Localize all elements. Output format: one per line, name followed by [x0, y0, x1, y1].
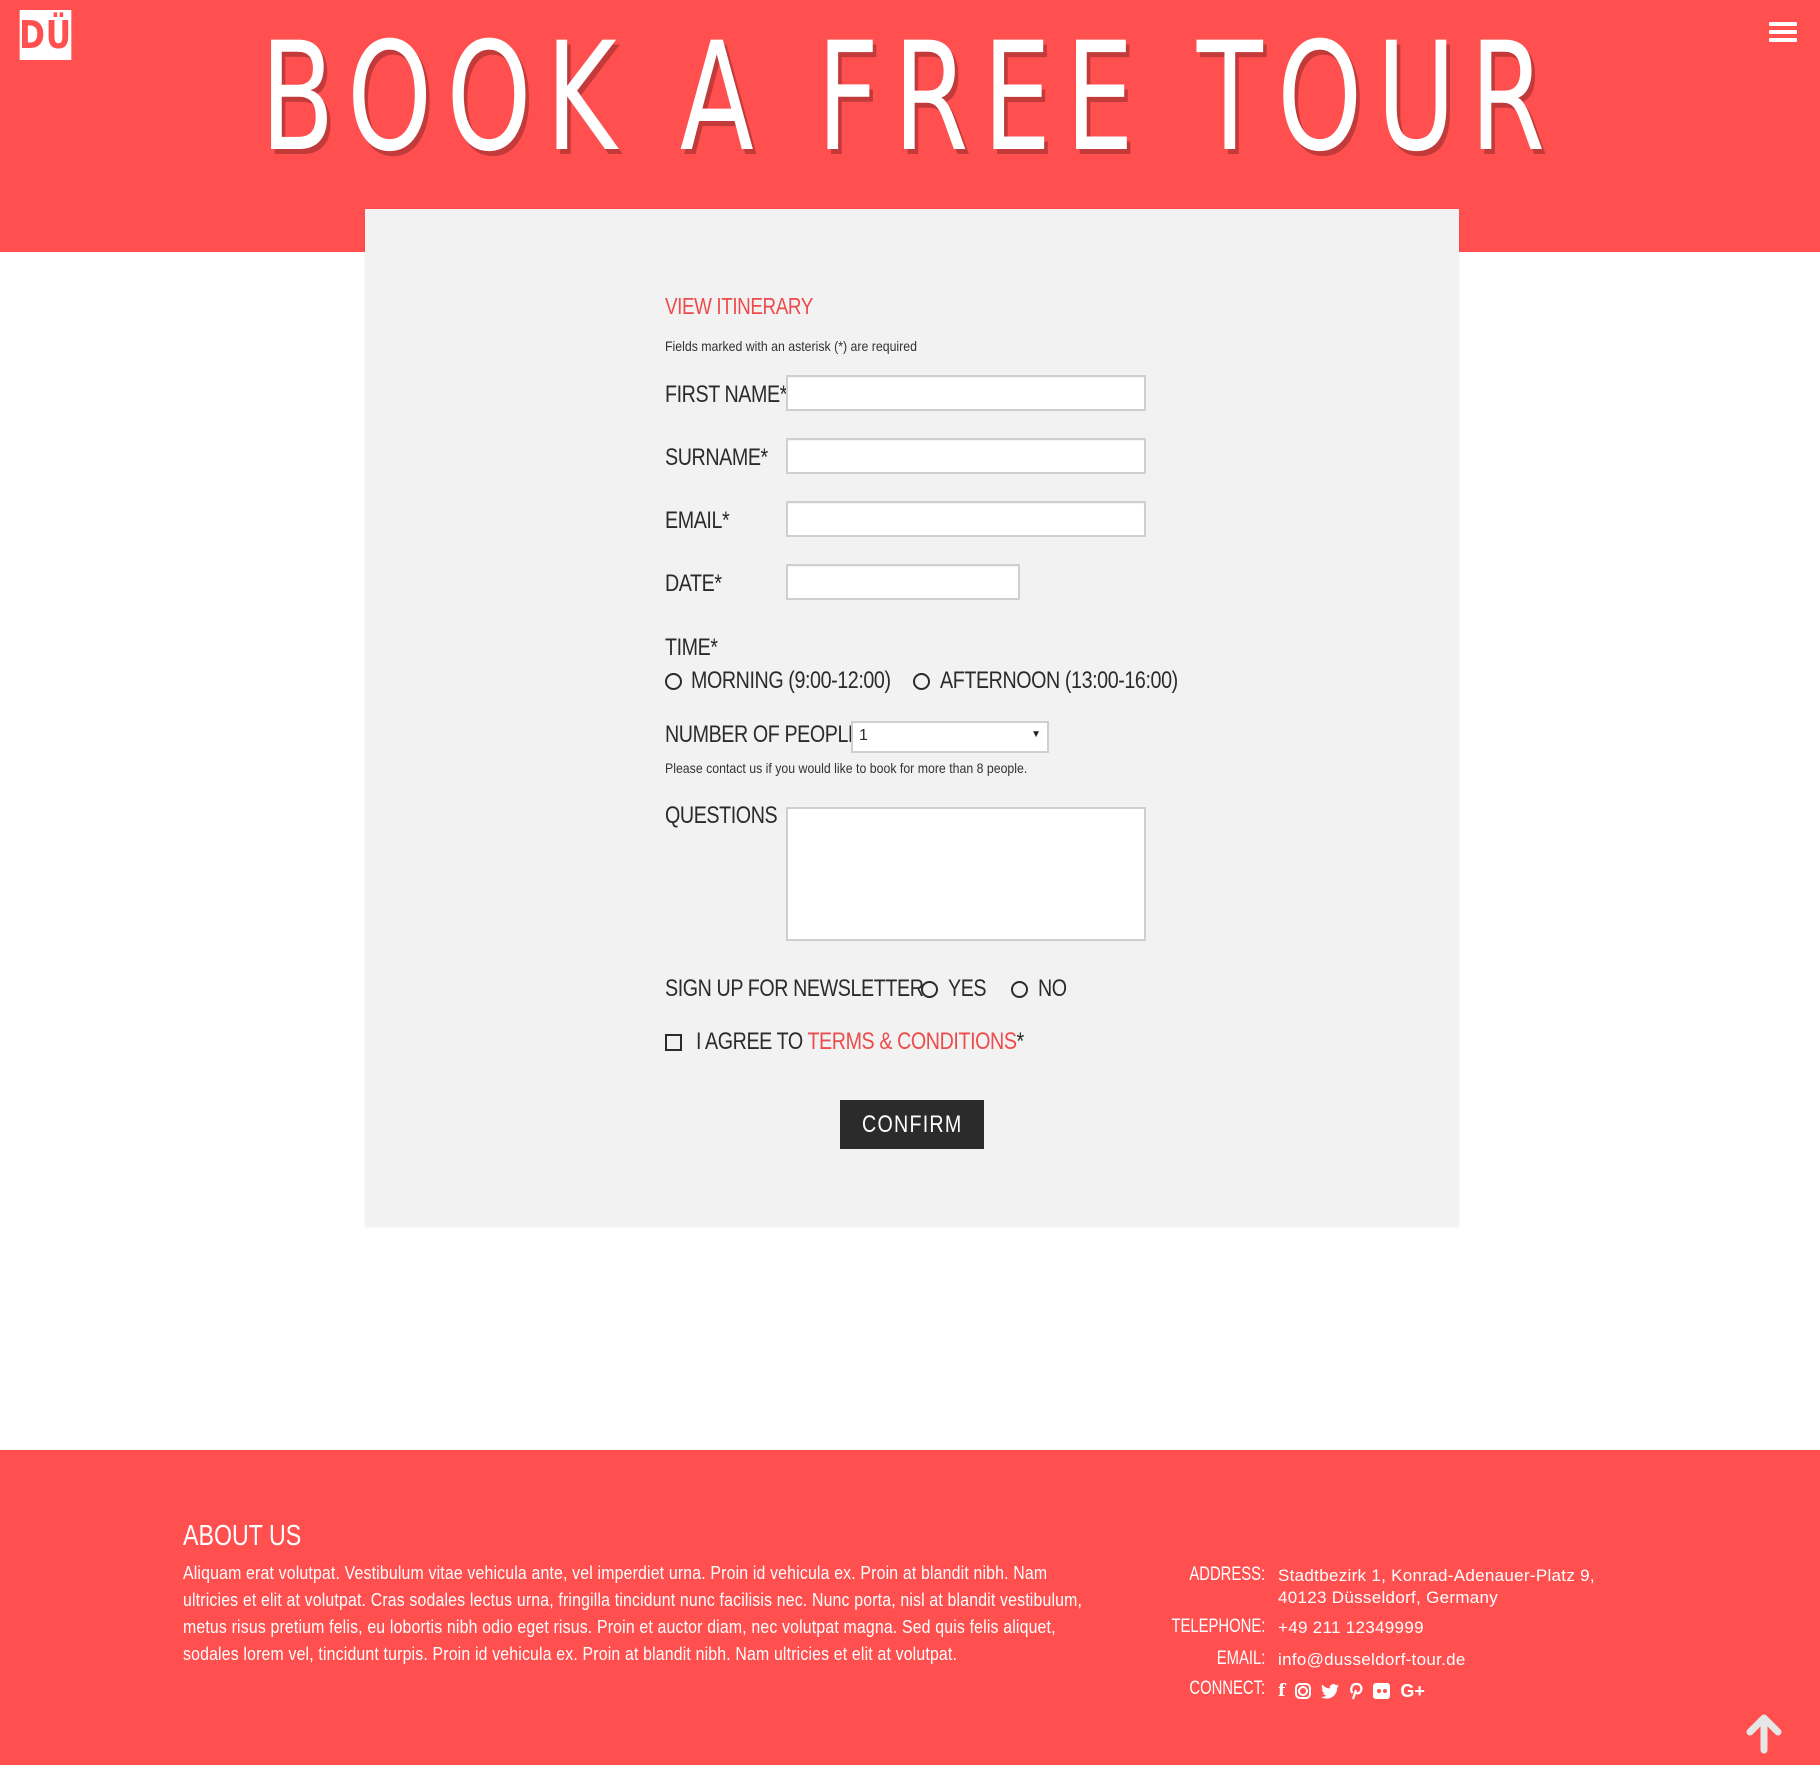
surname-label: SURNAME*: [665, 444, 768, 471]
address-label: ADDRESS:: [1189, 1564, 1265, 1585]
newsletter-yes-radio[interactable]: [921, 981, 938, 998]
connect-label: CONNECT:: [1189, 1678, 1265, 1699]
address-line-2: 40123 Düsseldorf, Germany: [1278, 1588, 1499, 1607]
afternoon-option-label[interactable]: AFTERNOON (13:00-16:00): [940, 667, 1178, 695]
select-value: 1: [859, 727, 868, 744]
telephone-value[interactable]: +49 211 12349999: [1278, 1617, 1424, 1639]
view-itinerary-link[interactable]: VIEW ITINERARY: [665, 293, 813, 320]
confirm-button-label: CONFIRM: [861, 1110, 963, 1138]
confirm-button[interactable]: CONFIRM: [840, 1100, 984, 1149]
email-input[interactable]: [786, 501, 1146, 537]
logo[interactable]: DÜ: [19, 10, 72, 60]
flickr-icon[interactable]: [1373, 1683, 1391, 1699]
booking-form-card: [365, 209, 1459, 1227]
group-size-note: Please contact us if you would like to b…: [665, 760, 1028, 776]
first-name-input[interactable]: [786, 375, 1146, 411]
first-name-label: FIRST NAME*: [665, 381, 787, 408]
instagram-icon[interactable]: [1295, 1683, 1312, 1699]
hamburger-menu-icon[interactable]: [1769, 20, 1797, 44]
google-plus-icon[interactable]: G+: [1400, 1681, 1425, 1701]
twitter-icon[interactable]: [1321, 1681, 1340, 1701]
newsletter-no-radio[interactable]: [1011, 981, 1028, 998]
morning-radio[interactable]: [665, 673, 682, 690]
date-input[interactable]: [786, 564, 1020, 600]
number-of-people-select[interactable]: 1 ▼: [851, 721, 1049, 753]
back-to-top-button[interactable]: [1744, 1714, 1784, 1754]
email-value[interactable]: info@dusseldorf-tour.de: [1278, 1649, 1466, 1671]
time-label: TIME*: [665, 634, 718, 661]
surname-input[interactable]: [786, 438, 1146, 474]
address-line-1: Stadtbezirk 1, Konrad-Adenauer-Platz 9,: [1278, 1566, 1595, 1585]
terms-conditions-link[interactable]: TERMS & CONDITIONS: [807, 1028, 1017, 1055]
about-us-heading: ABOUT US: [183, 1520, 302, 1552]
newsletter-label: SIGN UP FOR NEWSLETTER: [665, 975, 924, 1002]
email-label: EMAIL*: [665, 507, 730, 534]
newsletter-no-label[interactable]: NO: [1038, 975, 1067, 1003]
number-of-people-label: NUMBER OF PEOPLE*: [665, 721, 869, 748]
arrow-up-icon: [1746, 1714, 1782, 1754]
menu-bar: [1769, 30, 1797, 34]
menu-bar: [1769, 38, 1797, 42]
facebook-icon[interactable]: f: [1278, 1681, 1285, 1701]
date-label: DATE*: [665, 570, 722, 597]
social-links: f G+: [1278, 1681, 1425, 1702]
newsletter-yes-label[interactable]: YES: [948, 975, 987, 1003]
menu-bar: [1769, 22, 1797, 26]
terms-prefix: I AGREE TO: [696, 1028, 808, 1055]
morning-option-label[interactable]: MORNING (9:00-12:00): [691, 667, 891, 695]
terms-agreement: I AGREE TO TERMS & CONDITIONS*: [696, 1028, 1024, 1056]
email-label-footer: EMAIL:: [1216, 1648, 1265, 1669]
dropdown-arrow-icon: ▼: [1031, 729, 1041, 740]
page-title: BOOK A FREE TOUR: [260, 11, 1560, 185]
questions-textarea[interactable]: [786, 807, 1146, 941]
afternoon-radio[interactable]: [913, 673, 930, 690]
questions-label: QUESTIONS: [665, 802, 778, 829]
pinterest-icon[interactable]: [1349, 1681, 1363, 1701]
about-us-text: Aliquam erat volutpat. Vestibulum vitae …: [183, 1563, 1083, 1664]
footer: ABOUT US Aliquam erat volutpat. Vestibul…: [0, 1450, 1820, 1765]
telephone-label: TELEPHONE:: [1171, 1616, 1265, 1637]
terms-checkbox[interactable]: [665, 1034, 682, 1051]
required-fields-note: Fields marked with an asterisk (*) are r…: [665, 338, 917, 354]
terms-required-mark: *: [1016, 1028, 1025, 1055]
